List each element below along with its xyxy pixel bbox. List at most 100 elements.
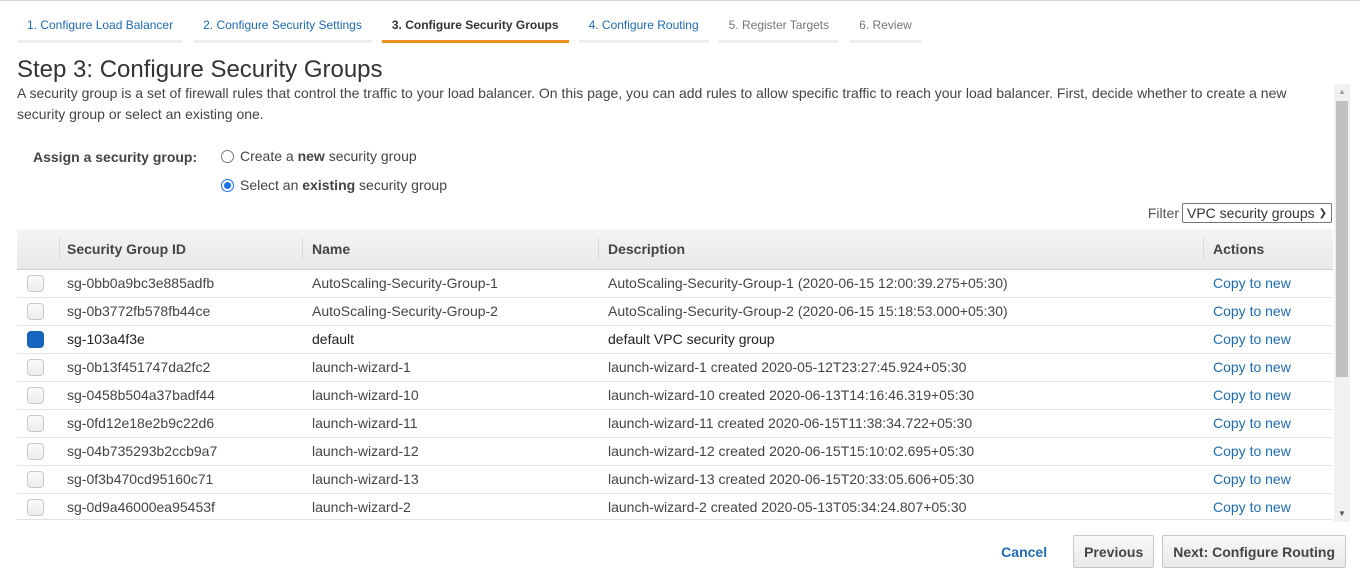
copy-to-new-link[interactable]: Copy to new xyxy=(1213,471,1291,487)
copy-to-new-link[interactable]: Copy to new xyxy=(1213,275,1291,291)
security-group-id: sg-0458b504a37badf44 xyxy=(59,381,302,410)
security-group-description: launch-wizard-11 created 2020-06-15T11:3… xyxy=(598,409,1203,438)
tab-configure-security-groups[interactable]: 3. Configure Security Groups xyxy=(381,1,569,43)
row-checkbox[interactable] xyxy=(27,274,44,292)
header-select xyxy=(17,229,59,270)
radio-select-existing-security-group[interactable]: Select an existing security group xyxy=(221,177,447,193)
table-row[interactable]: sg-0fd12e18e2b9c22d6 launch-wizard-11 laun… xyxy=(17,409,1333,438)
security-group-description: launch-wizard-13 created 2020-06-15T20:3… xyxy=(598,465,1203,494)
scroll-down-arrow-icon[interactable]: ▼ xyxy=(1334,506,1350,522)
table-row[interactable]: sg-0b3772fb578fb44ce AutoScaling-Security… xyxy=(17,297,1333,326)
actions-cell: Copy to new xyxy=(1203,465,1333,494)
radio-create-new-security-group[interactable]: Create a new security group xyxy=(221,148,417,164)
filter-selected-value: VPC security groups xyxy=(1187,205,1315,221)
row-checkbox[interactable] xyxy=(27,386,44,404)
cancel-link[interactable]: Cancel xyxy=(1001,544,1047,560)
table-row[interactable]: sg-0458b504a37badf44 launch-wizard-10 laun… xyxy=(17,381,1333,410)
table-row[interactable]: sg-0b13f451747da2fc2 launch-wizard-1 launc… xyxy=(17,353,1333,382)
actions-cell: Copy to new xyxy=(1203,269,1333,298)
wizard-steps: 1. Configure Load Balancer 2. Configure … xyxy=(17,1,932,43)
row-select-cell xyxy=(17,381,59,410)
tab-configure-routing[interactable]: 4. Configure Routing xyxy=(578,1,709,43)
radio-button[interactable] xyxy=(221,149,234,163)
row-select-cell xyxy=(17,269,59,298)
row-select-cell xyxy=(17,465,59,494)
actions-cell: Copy to new xyxy=(1203,381,1333,410)
security-group-id: sg-0f3b470cd95160c71 xyxy=(59,465,302,494)
security-group-name: launch-wizard-10 xyxy=(302,381,598,410)
filter-label: Filter xyxy=(1147,205,1179,221)
security-group-name: launch-wizard-1 xyxy=(302,353,598,382)
copy-to-new-link[interactable]: Copy to new xyxy=(1213,331,1291,347)
table-row[interactable]: sg-103a4f3e default default VPC security g… xyxy=(17,325,1333,354)
security-group-description: launch-wizard-2 created 2020-05-13T05:34… xyxy=(598,493,1203,519)
security-group-description: launch-wizard-10 created 2020-06-13T14:1… xyxy=(598,381,1203,410)
header-name[interactable]: Name xyxy=(302,229,598,270)
row-checkbox[interactable] xyxy=(27,302,44,320)
row-checkbox[interactable] xyxy=(27,330,44,348)
table-row[interactable]: sg-0f3b470cd95160c71 launch-wizard-13 laun… xyxy=(17,465,1333,494)
tab-review: 6. Review xyxy=(849,1,922,43)
row-select-cell xyxy=(17,325,59,354)
radio-button[interactable] xyxy=(221,178,234,192)
row-checkbox[interactable] xyxy=(27,358,44,376)
table-row[interactable]: sg-0d9a46000ea95453f launch-wizard-2 launc… xyxy=(17,493,1333,519)
table-row[interactable]: sg-04b735293b2ccb9a7 launch-wizard-12 laun… xyxy=(17,437,1333,466)
header-description[interactable]: Description xyxy=(598,229,1203,270)
security-group-id: sg-0d9a46000ea95453f xyxy=(59,493,302,519)
row-select-cell xyxy=(17,437,59,466)
actions-cell: Copy to new xyxy=(1203,353,1333,382)
row-checkbox[interactable] xyxy=(27,442,44,460)
copy-to-new-link[interactable]: Copy to new xyxy=(1213,359,1291,375)
copy-to-new-link[interactable]: Copy to new xyxy=(1213,499,1291,515)
security-group-name: launch-wizard-12 xyxy=(302,437,598,466)
copy-to-new-link[interactable]: Copy to new xyxy=(1213,443,1291,459)
row-select-cell xyxy=(17,493,59,519)
tab-configure-security-settings[interactable]: 2. Configure Security Settings xyxy=(193,1,372,43)
radio-label: Select an existing security group xyxy=(240,177,447,193)
header-actions: Actions xyxy=(1203,229,1333,270)
tab-configure-load-balancer[interactable]: 1. Configure Load Balancer xyxy=(17,1,184,43)
security-group-id: sg-0fd12e18e2b9c22d6 xyxy=(59,409,302,438)
security-group-id: sg-0bb0a9bc3e885adfb xyxy=(59,269,302,298)
security-group-name: default xyxy=(302,325,598,354)
security-group-id: sg-0b13f451747da2fc2 xyxy=(59,353,302,382)
page-title: Step 3: Configure Security Groups xyxy=(17,56,383,83)
next-configure-routing-button[interactable]: Next: Configure Routing xyxy=(1162,535,1346,568)
security-group-description: AutoScaling-Security-Group-2 (2020-06-15… xyxy=(598,297,1203,326)
security-group-description: launch-wizard-12 created 2020-06-15T15:1… xyxy=(598,437,1203,466)
security-group-id: sg-0b3772fb578fb44ce xyxy=(59,297,302,326)
filter-control: Filter VPC security groups ❯ xyxy=(1148,203,1332,223)
copy-to-new-link[interactable]: Copy to new xyxy=(1213,387,1291,403)
table-header-row: Security Group ID Name Description Actio… xyxy=(17,229,1333,270)
previous-button[interactable]: Previous xyxy=(1073,535,1155,568)
actions-cell: Copy to new xyxy=(1203,493,1333,519)
security-group-name: AutoScaling-Security-Group-2 xyxy=(302,297,598,326)
actions-cell: Copy to new xyxy=(1203,297,1333,326)
actions-cell: Copy to new xyxy=(1203,437,1333,466)
security-group-id: sg-04b735293b2ccb9a7 xyxy=(59,437,302,466)
assign-security-group-label: Assign a security group: xyxy=(33,149,198,165)
scroll-up-arrow-icon[interactable]: ▲ xyxy=(1334,84,1350,100)
row-select-cell xyxy=(17,353,59,382)
header-security-group-id[interactable]: Security Group ID xyxy=(59,229,302,270)
copy-to-new-link[interactable]: Copy to new xyxy=(1213,303,1291,319)
filter-select[interactable]: VPC security groups ❯ xyxy=(1182,203,1332,223)
vertical-scrollbar[interactable]: ▲ ▼ xyxy=(1334,84,1350,522)
security-group-id: sg-103a4f3e xyxy=(59,325,302,354)
security-group-name: launch-wizard-13 xyxy=(302,465,598,494)
copy-to-new-link[interactable]: Copy to new xyxy=(1213,415,1291,431)
actions-cell: Copy to new xyxy=(1203,325,1333,354)
page-intro: A security group is a set of firewall ru… xyxy=(17,85,1287,122)
security-group-name: AutoScaling-Security-Group-1 xyxy=(302,269,598,298)
row-checkbox[interactable] xyxy=(27,414,44,432)
security-group-name: launch-wizard-2 xyxy=(302,493,598,519)
table-row[interactable]: sg-0bb0a9bc3e885adfb AutoScaling-Security… xyxy=(17,269,1333,298)
wizard-footer: Cancel Previous Next: Configure Routing xyxy=(1001,535,1346,568)
security-groups-table: Security Group ID Name Description Actio… xyxy=(17,229,1333,520)
scrollbar-thumb[interactable] xyxy=(1336,101,1348,377)
row-checkbox[interactable] xyxy=(27,470,44,488)
chevron-down-icon: ❯ xyxy=(1318,207,1327,219)
row-checkbox[interactable] xyxy=(27,498,44,516)
row-select-cell xyxy=(17,297,59,326)
